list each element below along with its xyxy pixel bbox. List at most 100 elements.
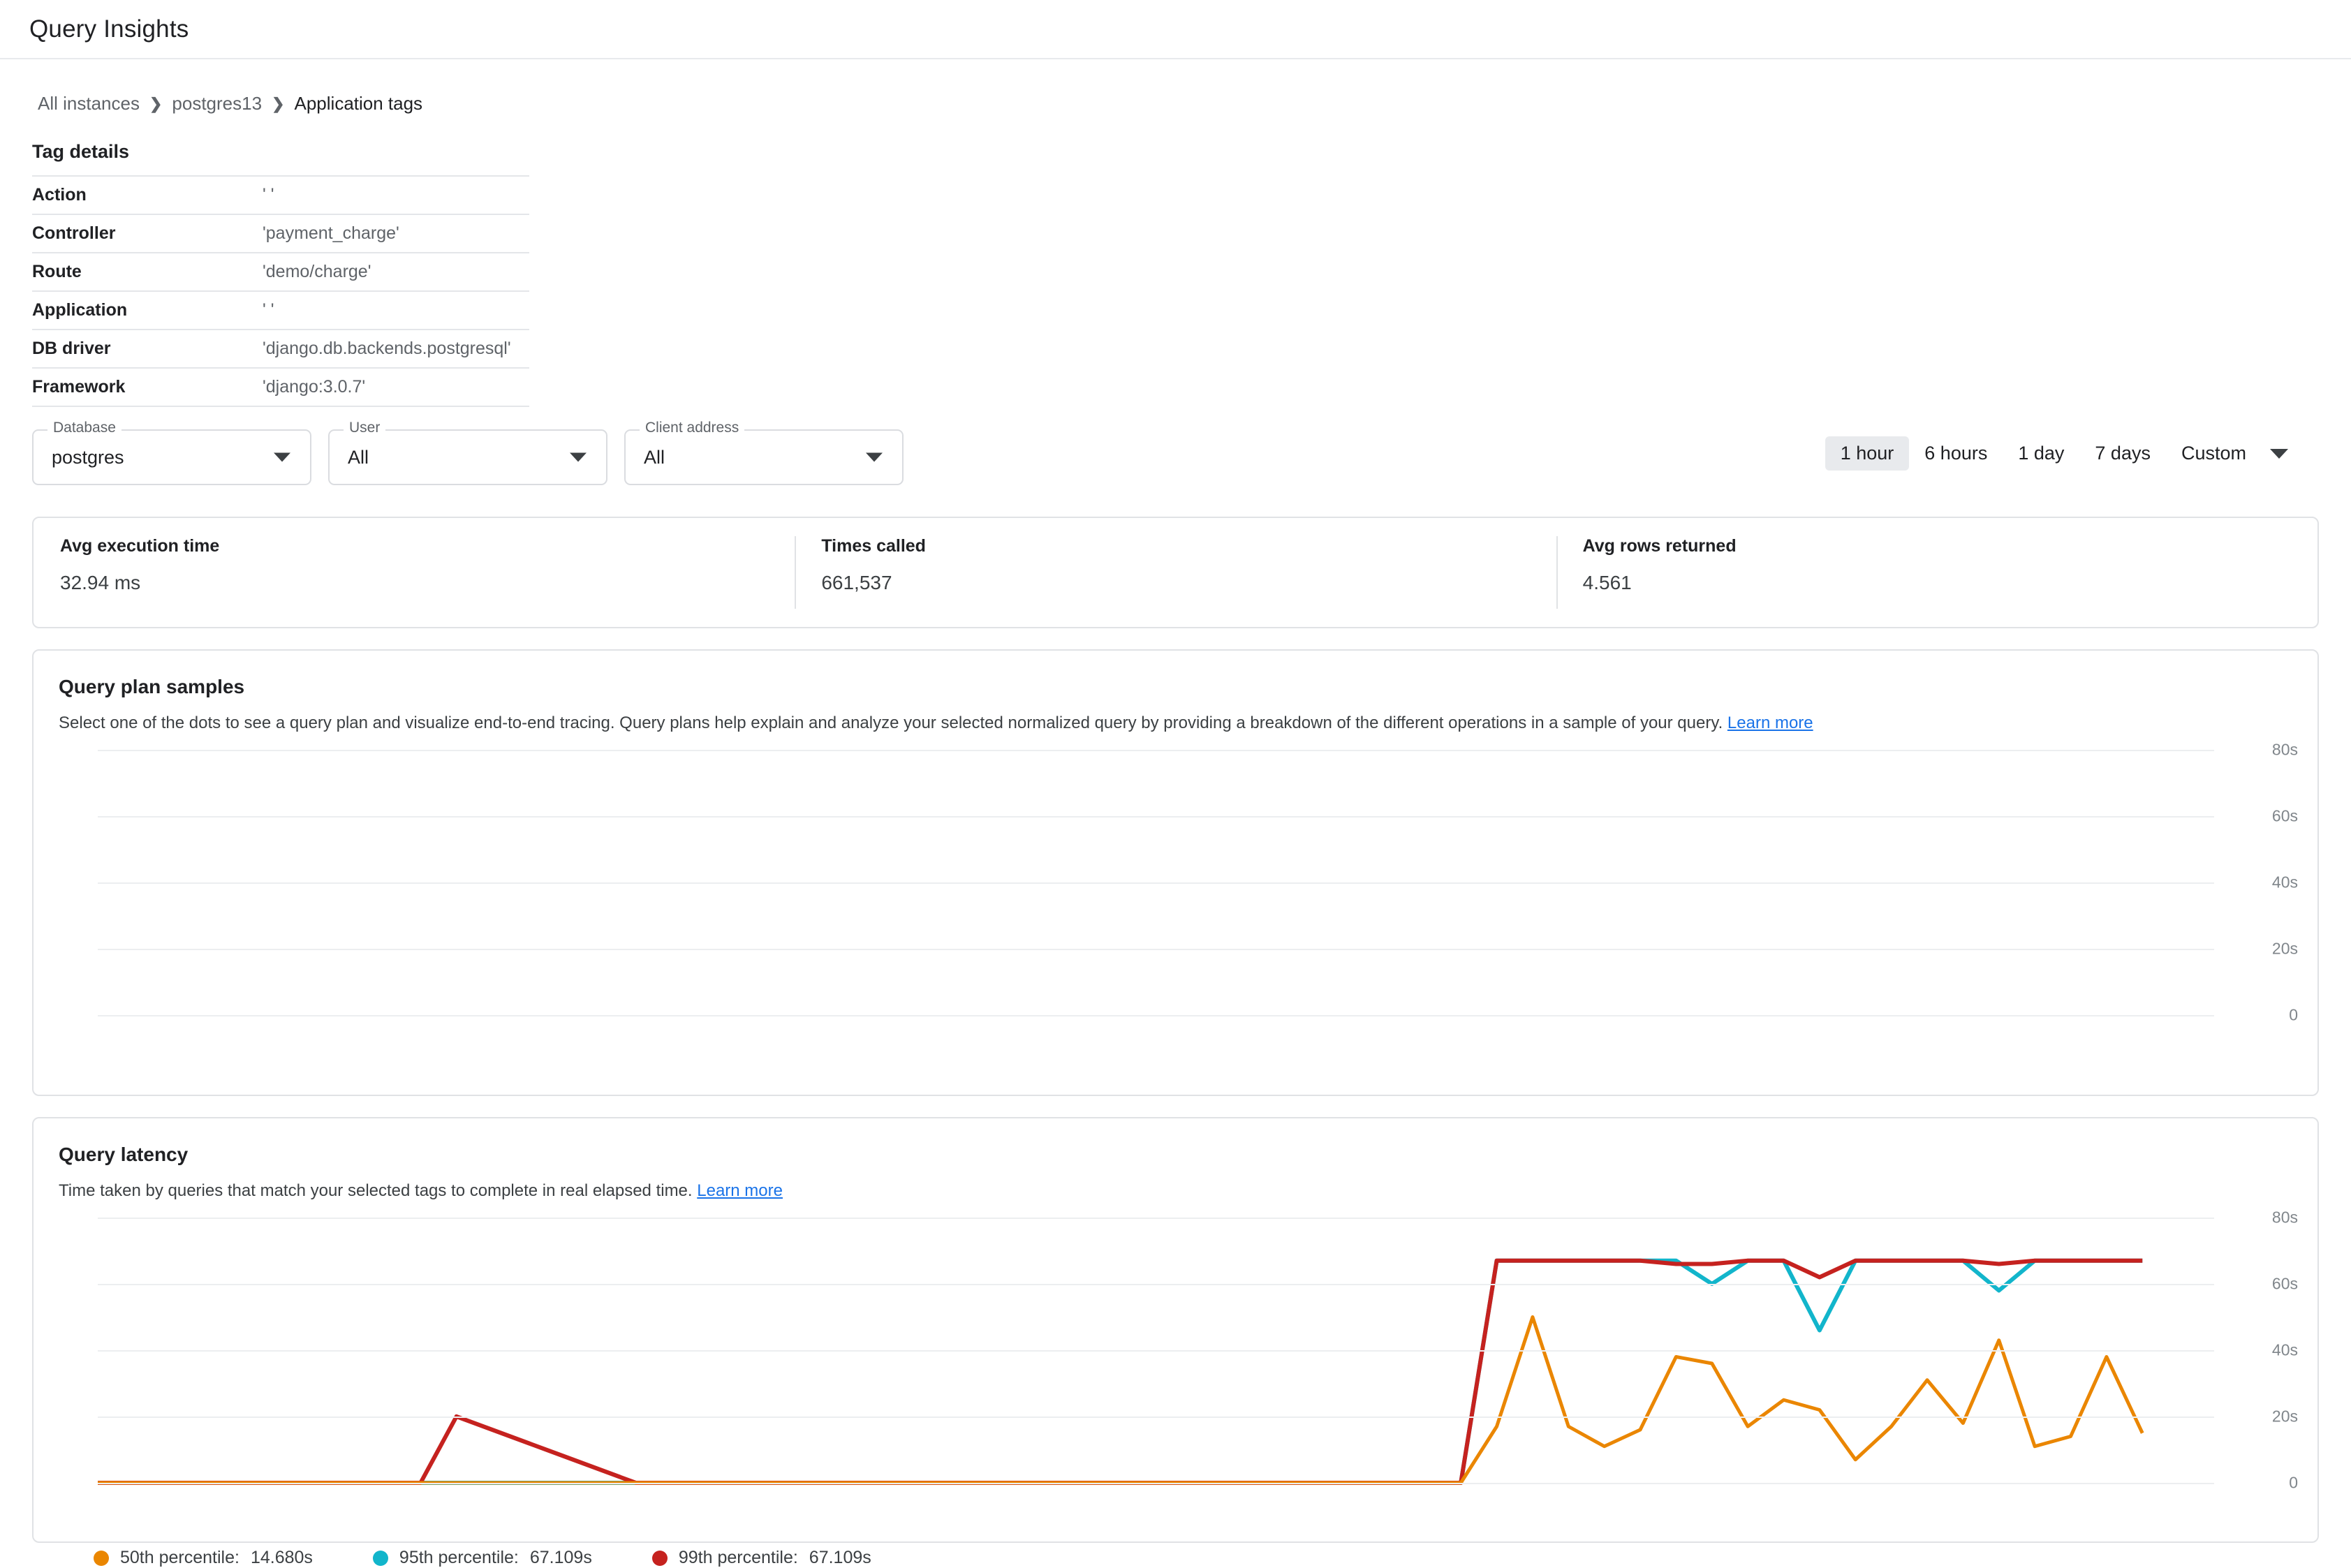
y-axis-tick: 40s	[2271, 1340, 2298, 1359]
tag-value: ' '	[263, 185, 274, 205]
chevron-down-icon	[866, 452, 883, 462]
y-axis-tick: 20s	[2271, 939, 2298, 958]
latency-legend: 50th percentile: 14.680s 95th percentile…	[94, 1548, 871, 1568]
time-range-1-day[interactable]: 1 day	[2003, 436, 2079, 471]
line-plot-area[interactable]: 0 20s 40s 60s 80s	[98, 1208, 2298, 1492]
legend-item-50th: 50th percentile: 14.680s	[94, 1548, 313, 1568]
legend-value: 67.109s	[529, 1548, 592, 1568]
database-select-value: postgres	[52, 446, 124, 468]
tag-value: 'django.db.backends.postgresql'	[263, 339, 511, 358]
database-select-label: Database	[47, 420, 121, 435]
tag-key: Controller	[32, 223, 116, 243]
metric-value: 661,537	[821, 572, 892, 593]
query-plan-samples-description: Select one of the dots to see a query pl…	[59, 712, 2317, 734]
learn-more-link[interactable]: Learn more	[697, 1181, 783, 1200]
tag-details-table: Action ' ' Controller 'payment_charge' R…	[32, 175, 529, 407]
breadcrumb: All instances ❯ postgres13 ❯ Application…	[0, 59, 2351, 114]
legend-swatch	[94, 1550, 109, 1566]
y-axis-tick: 0	[2289, 1005, 2298, 1024]
tag-key: Application	[32, 300, 128, 320]
chevron-down-icon	[570, 452, 587, 462]
client-address-select[interactable]: Client address All	[624, 420, 904, 485]
breadcrumb-item-postgres13[interactable]: postgres13	[172, 93, 262, 114]
query-plan-samples-chart[interactable]: 020s40s60s80s 3:253:303:353:403:453:503:…	[34, 741, 2317, 1050]
query-plan-samples-header: Query plan samples Select one of the dot…	[34, 651, 2317, 734]
legend-item-95th: 95th percentile: 67.109s	[372, 1548, 592, 1568]
metric-label: Avg rows returned	[1582, 536, 1737, 556]
chevron-down-icon[interactable]	[2270, 448, 2288, 459]
tag-details-title: Tag details	[32, 141, 130, 162]
query-latency-chart[interactable]: 020s40s60s80s 3:253:303:353:403:453:503:…	[34, 1208, 2317, 1567]
chevron-down-icon	[274, 452, 290, 462]
tag-value: ' '	[263, 300, 274, 320]
metric-value: 32.94 ms	[60, 572, 141, 593]
client-address-select-label: Client address	[640, 420, 745, 435]
table-row: Action ' '	[32, 176, 529, 214]
y-axis-tick: 60s	[2271, 1274, 2298, 1293]
tag-key: Framework	[32, 377, 126, 397]
metric-times-called: Times called 661,537	[795, 536, 1556, 609]
gridline	[98, 1350, 2214, 1352]
query-insights-page: Query Insights All instances ❯ postgres1…	[0, 0, 2351, 1568]
time-range-custom[interactable]: Custom	[2166, 436, 2262, 471]
latency-series-95th-percentile	[98, 1261, 2142, 1483]
metric-label: Times called	[821, 536, 926, 556]
latency-series-50th-percentile	[98, 1317, 2142, 1484]
gridline	[98, 882, 2214, 885]
gridline	[98, 1015, 2214, 1017]
legend-label: 95th percentile:	[399, 1548, 519, 1568]
app-bar: Query Insights	[0, 0, 2351, 59]
time-range-6-hours[interactable]: 6 hours	[1909, 436, 2003, 471]
database-select[interactable]: Database postgres	[32, 420, 311, 485]
user-select[interactable]: User All	[328, 420, 607, 485]
time-range-1-hour[interactable]: 1 hour	[1825, 436, 1910, 471]
chevron-right-icon: ❯	[272, 94, 285, 112]
breadcrumb-item-all-instances[interactable]: All instances	[38, 93, 140, 114]
table-row: Route 'demo/charge'	[32, 253, 529, 291]
user-select-value: All	[348, 446, 369, 468]
gridline	[98, 949, 2214, 951]
page-title: Query Insights	[29, 15, 189, 43]
scatter-plot-area[interactable]: 0 20s 40s 60s 80s	[98, 741, 2298, 1024]
legend-label: 50th percentile:	[120, 1548, 239, 1568]
table-row: Controller 'payment_charge'	[32, 214, 529, 253]
legend-swatch	[651, 1550, 668, 1566]
gridline	[98, 1218, 2214, 1220]
description-text: Time taken by queries that match your se…	[59, 1181, 693, 1200]
client-address-select-value: All	[644, 446, 665, 468]
filter-row: Database postgres User All Client addres…	[32, 420, 2319, 489]
y-axis-tick: 0	[2289, 1473, 2298, 1492]
gridline	[98, 750, 2214, 752]
query-plan-samples-card: Query plan samples Select one of the dot…	[32, 649, 2319, 1096]
y-axis-tick: 20s	[2271, 1407, 2298, 1426]
y-axis-tick: 60s	[2271, 806, 2298, 825]
legend-value: 67.109s	[809, 1548, 871, 1568]
breadcrumb-item-application-tags: Application tags	[294, 93, 423, 114]
metric-value: 4.561	[1582, 572, 1632, 593]
gridline	[98, 816, 2214, 818]
user-select-label: User	[344, 420, 386, 435]
learn-more-link[interactable]: Learn more	[1727, 713, 1813, 732]
query-plan-samples-title: Query plan samples	[59, 676, 245, 697]
gridline	[98, 1483, 2214, 1485]
time-range-7-days[interactable]: 7 days	[2079, 436, 2166, 471]
query-latency-header: Query latency Time taken by queries that…	[34, 1118, 2317, 1202]
metric-avg-execution-time: Avg execution time 32.94 ms	[34, 536, 795, 609]
gridline	[98, 1417, 2214, 1419]
legend-value: 14.680s	[250, 1548, 313, 1568]
table-row: Framework 'django:3.0.7'	[32, 368, 529, 406]
metric-avg-rows-returned: Avg rows returned 4.561	[1556, 536, 2317, 609]
tag-value: 'demo/charge'	[263, 262, 371, 281]
table-row: Application ' '	[32, 291, 529, 330]
tag-value: 'django:3.0.7'	[263, 377, 366, 397]
tag-key: DB driver	[32, 339, 111, 358]
metrics-card: Avg execution time 32.94 ms Times called…	[32, 517, 2319, 628]
metric-label: Avg execution time	[60, 536, 220, 556]
tag-value: 'payment_charge'	[263, 223, 399, 243]
tag-key: Route	[32, 262, 82, 281]
latency-series-99th-percentile	[98, 1261, 2142, 1483]
time-range-selector: 1 hour 6 hours 1 day 7 days Custom	[1825, 436, 2291, 471]
query-latency-card: Query latency Time taken by queries that…	[32, 1117, 2319, 1567]
chevron-right-icon: ❯	[149, 94, 163, 112]
query-latency-description: Time taken by queries that match your se…	[59, 1180, 2317, 1202]
